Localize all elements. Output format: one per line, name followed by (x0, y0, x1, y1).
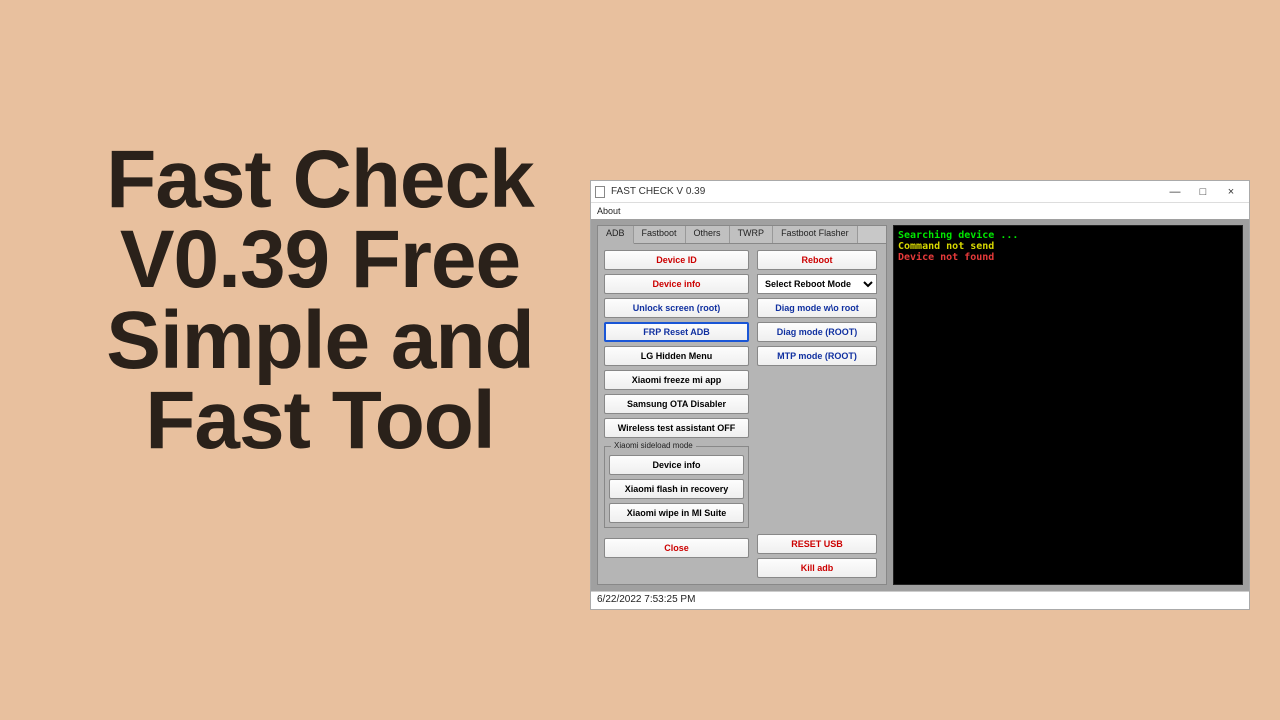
app-window: FAST CHECK V 0.39 — □ × About ADB Fastbo… (590, 180, 1250, 610)
device-info-button[interactable]: Device info (604, 274, 749, 294)
frp-reset-button[interactable]: FRP Reset ADB (604, 322, 749, 342)
buttons-column-2: Reboot Select Reboot Mode Diag mode w\o … (757, 250, 877, 578)
close-window-button[interactable]: × (1217, 183, 1245, 201)
left-panel: ADB Fastboot Others TWRP Fastboot Flashe… (597, 225, 887, 585)
tabbar: ADB Fastboot Others TWRP Fastboot Flashe… (598, 226, 886, 244)
tab-others[interactable]: Others (686, 226, 730, 243)
console-line: Device not found (898, 252, 1238, 263)
menu-about[interactable]: About (597, 206, 621, 216)
xiaomi-flash-recovery-button[interactable]: Xiaomi flash in recovery (609, 479, 744, 499)
tab-adb[interactable]: ADB (598, 226, 634, 244)
titlebar: FAST CHECK V 0.39 — □ × (591, 181, 1249, 203)
tab-body-adb: Device ID Device info Unlock screen (roo… (598, 244, 886, 584)
xiaomi-sideload-group: Xiaomi sideload mode Device info Xiaomi … (604, 446, 749, 528)
console-line: Searching device ... (898, 230, 1238, 241)
page-headline: Fast Check V0.39 Free Simple and Fast To… (70, 140, 570, 461)
window-title: FAST CHECK V 0.39 (611, 186, 705, 197)
reboot-button[interactable]: Reboot (757, 250, 877, 270)
xiaomi-freeze-button[interactable]: Xiaomi freeze mi app (604, 370, 749, 390)
app-icon (595, 186, 605, 198)
samsung-ota-disabler-button[interactable]: Samsung OTA Disabler (604, 394, 749, 414)
log-console: Searching device ... Command not send De… (893, 225, 1243, 585)
buttons-column-1: Device ID Device info Unlock screen (roo… (604, 250, 749, 578)
unlock-screen-button[interactable]: Unlock screen (root) (604, 298, 749, 318)
mtp-root-button[interactable]: MTP mode (ROOT) (757, 346, 877, 366)
sideload-device-info-button[interactable]: Device info (609, 455, 744, 475)
diag-noroot-button[interactable]: Diag mode w\o root (757, 298, 877, 318)
minimize-button[interactable]: — (1161, 183, 1189, 201)
lg-hidden-menu-button[interactable]: LG Hidden Menu (604, 346, 749, 366)
maximize-button[interactable]: □ (1189, 183, 1217, 201)
tab-fastboot-flasher[interactable]: Fastboot Flasher (773, 226, 858, 243)
reset-usb-button[interactable]: RESET USB (757, 534, 877, 554)
xiaomi-wipe-suite-button[interactable]: Xiaomi wipe in MI Suite (609, 503, 744, 523)
device-id-button[interactable]: Device ID (604, 250, 749, 270)
wireless-test-off-button[interactable]: Wireless test assistant OFF (604, 418, 749, 438)
reboot-mode-select[interactable]: Select Reboot Mode (757, 274, 877, 294)
diag-root-button[interactable]: Diag mode (ROOT) (757, 322, 877, 342)
kill-adb-button[interactable]: Kill adb (757, 558, 877, 578)
tab-twrp[interactable]: TWRP (730, 226, 774, 243)
sideload-legend: Xiaomi sideload mode (611, 441, 696, 450)
console-line: Command not send (898, 241, 1238, 252)
client-area: ADB Fastboot Others TWRP Fastboot Flashe… (591, 219, 1249, 591)
close-button[interactable]: Close (604, 538, 749, 558)
statusbar: 6/22/2022 7:53:25 PM (591, 591, 1249, 609)
menubar: About (591, 203, 1249, 219)
tab-fastboot[interactable]: Fastboot (634, 226, 686, 243)
